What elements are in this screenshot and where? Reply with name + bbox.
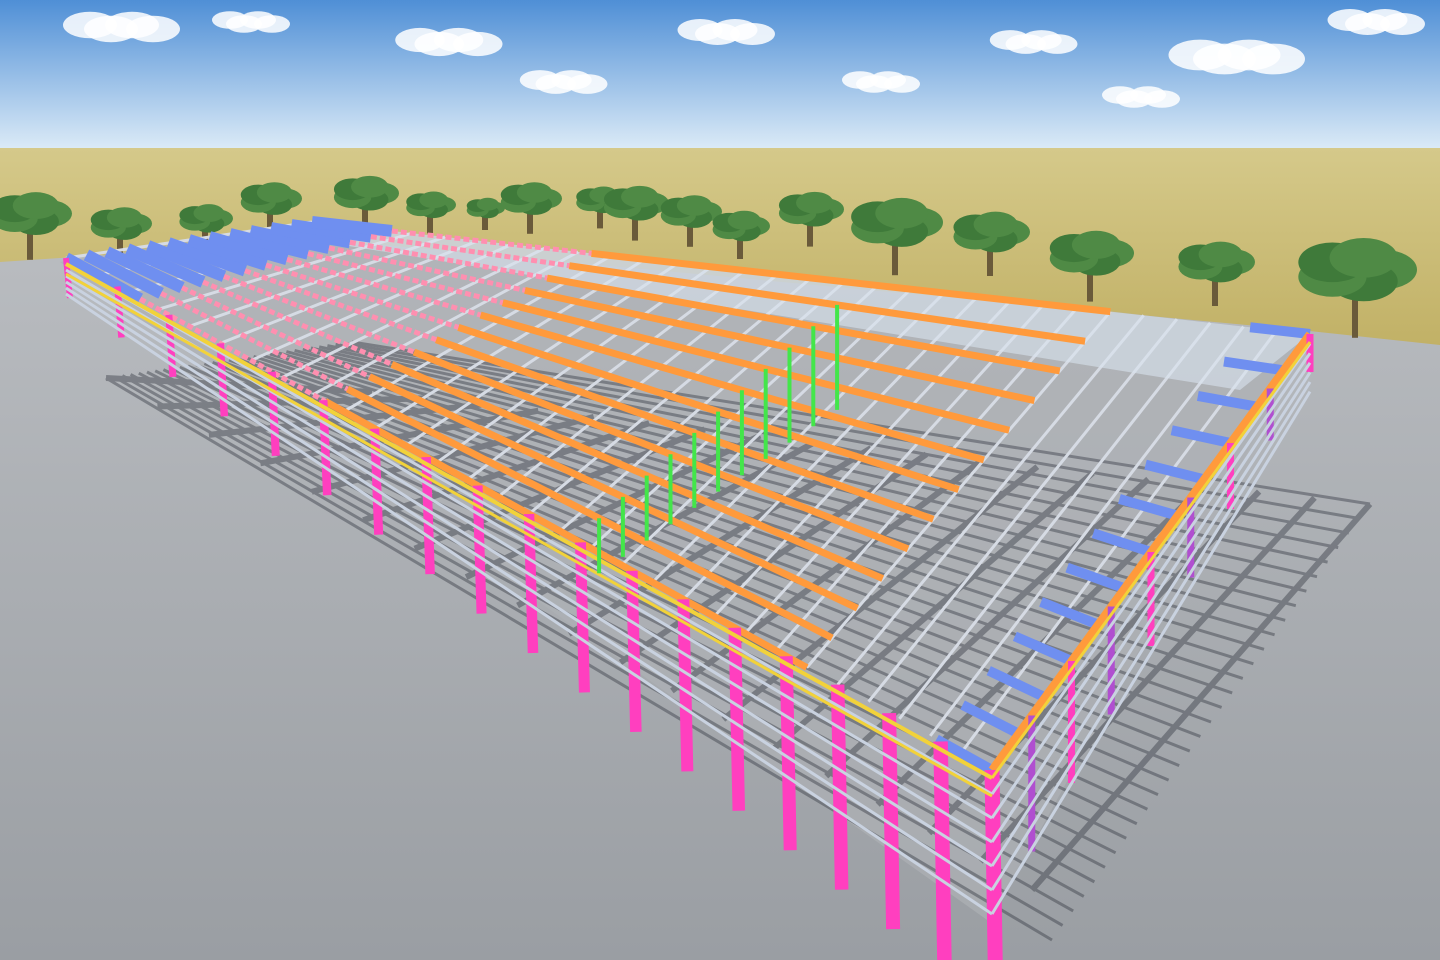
cloud-puff [1380, 13, 1425, 35]
tree-canopy [516, 182, 553, 203]
tree-canopy [1329, 237, 1398, 278]
column [728, 627, 746, 811]
tree-canopy [106, 207, 143, 228]
cloud-puff [1242, 43, 1305, 75]
cloud-puff [126, 15, 180, 43]
column [830, 684, 849, 890]
column [882, 712, 901, 930]
cloud-puff [254, 15, 290, 33]
cloud-puff [730, 23, 775, 45]
rafter-blue [1249, 322, 1311, 339]
cloud-puff [884, 75, 920, 93]
cloud [1168, 39, 1305, 75]
tree-canopy [351, 175, 389, 198]
tree-canopy [476, 197, 499, 211]
tree-canopy [419, 191, 448, 209]
cloud-puff [453, 31, 503, 57]
column [779, 656, 797, 851]
tree-canopy [256, 182, 293, 203]
tree-canopy [621, 185, 659, 208]
tree-canopy [1198, 241, 1243, 268]
column [421, 456, 435, 575]
tree-canopy [1071, 230, 1121, 259]
tree-canopy [973, 211, 1018, 238]
tree-canopy [676, 195, 713, 216]
column [370, 428, 384, 535]
column [933, 741, 952, 960]
cloud-puff [567, 74, 608, 94]
tree-canopy [12, 192, 59, 220]
cloud-puff [1144, 90, 1180, 108]
tree-canopy [193, 204, 225, 223]
tree-canopy [875, 197, 929, 229]
tree-canopy [796, 191, 834, 214]
cloud-puff [1037, 34, 1078, 54]
warehouse-render [0, 0, 1440, 960]
tree-canopy [727, 210, 761, 230]
